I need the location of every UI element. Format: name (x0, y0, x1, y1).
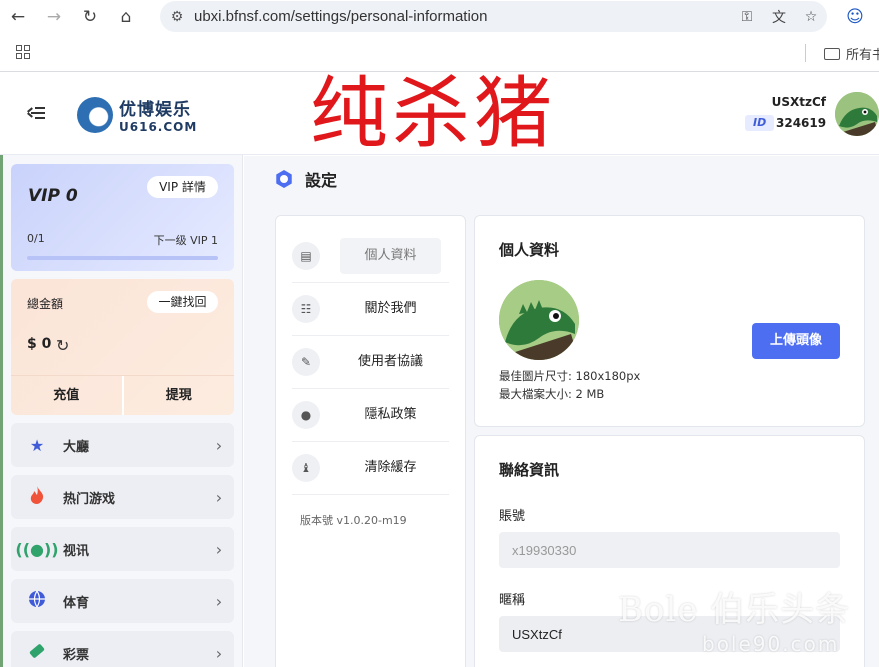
chevron-right-icon: › (215, 487, 223, 507)
refresh-icon[interactable]: ↻ (56, 336, 69, 355)
star-icon: ★ (29, 435, 45, 455)
sidebar-item-label: 体育 (63, 595, 90, 611)
vip-next-level: 下一级 VIP 1 (153, 234, 218, 247)
site-header: 优博娱乐 U616.COM 纯杀猪 USXtzCf ID 324619 (0, 73, 879, 155)
contact-card-title: 聯絡資訊 (499, 461, 560, 479)
broadcast-icon: ((●)) (15, 539, 59, 559)
chevron-right-icon: › (215, 591, 223, 611)
balance-value: $ 0 (27, 336, 52, 352)
ticket-icon (11, 642, 63, 664)
sidebar-item-live-video[interactable]: ((●)) 视讯 › (11, 527, 234, 571)
avatar-file-note: 最大檔案大小: 2 MB (499, 387, 605, 401)
back-arrow-icon[interactable]: ← (0, 0, 36, 34)
sidebar-item-lobby[interactable]: ★ 大廳 › (11, 423, 234, 467)
username: USXtzCf (771, 95, 826, 109)
avatar-size-note: 最佳圖片尺寸: 180x180px (499, 369, 641, 383)
vip-progress-bar (27, 256, 218, 260)
menu-item-label: 使用者協議 (357, 354, 423, 369)
document-icon: ☷ (292, 295, 320, 323)
menu-item-user-agreement[interactable]: ✎ 使用者協議 (292, 336, 449, 389)
page-title: 設定 (305, 171, 338, 190)
logo-mark-icon (77, 96, 113, 133)
menu-item-label: 關於我們 (364, 301, 417, 316)
broom-icon: ♝ (292, 454, 320, 482)
profile-card: 個人資料 最佳圖片尺寸: 180x180px 最大檔案大小: 2 MB 上傳頭像 (474, 215, 865, 427)
account-label: 賬號 (499, 509, 526, 524)
id-card-icon: ▤ (292, 242, 320, 270)
sidebar-item-label: 热门游戏 (63, 491, 116, 507)
vip-progress-text: 0/1 (27, 232, 45, 245)
settings-menu: ▤ 個人資料 ☷ 關於我們 ✎ 使用者協議 ● 隱私政策 ♝ 清除緩存 版本號 … (275, 215, 466, 667)
balance-card: 總金額 一鍵找回 $ 0 ↻ 充值 提現 (11, 279, 234, 415)
menu-item-clear-cache[interactable]: ♝ 清除緩存 (292, 442, 449, 495)
balance-actions: 充值 提現 (11, 375, 234, 415)
fire-icon (11, 486, 63, 508)
profile-card-title: 個人資料 (499, 241, 560, 259)
address-bar[interactable]: ⚙ ubxi.bfnsf.com/settings/personal-infor… (160, 1, 827, 32)
sidebar-item-label: 大廳 (63, 439, 90, 455)
logo-domain: U616.COM (119, 120, 198, 134)
vip-card: VIP 0 VIP 詳情 0/1 下一级 VIP 1 (11, 164, 234, 271)
app-version: 版本號 v1.0.20-m19 (300, 514, 407, 527)
sidebar-item-label: 彩票 (63, 647, 90, 663)
recover-funds-button[interactable]: 一鍵找回 (147, 291, 218, 313)
menu-item-personal-info[interactable]: ▤ 個人資料 (292, 230, 449, 283)
menu-item-privacy-policy[interactable]: ● 隱私政策 (292, 389, 449, 442)
window-edge-strip (0, 155, 3, 667)
browser-toolbar: ← → ↻ ⌂ ⚙ ubxi.bfnsf.com/settings/person… (0, 0, 879, 34)
bookmarks-folder-label: 所有书 (846, 48, 879, 63)
chevron-right-icon: › (215, 435, 223, 455)
site-logo[interactable]: 优博娱乐 U616.COM (77, 95, 197, 134)
bookmarks-bar: 所有书 (0, 34, 879, 72)
all-bookmarks-folder[interactable]: 所有书 (824, 44, 879, 63)
chevron-right-icon: › (215, 539, 223, 559)
user-id: 324619 (776, 116, 827, 130)
sidebar-item-hot-games[interactable]: 热门游戏 › (11, 475, 234, 519)
home-icon[interactable]: ⌂ (108, 0, 144, 34)
profile-avatar (499, 280, 579, 360)
upload-avatar-button[interactable]: 上傳頭像 (752, 323, 840, 359)
vip-detail-button[interactable]: VIP 詳情 (147, 176, 218, 198)
main-content: 設定 ▤ 個人資料 ☷ 關於我們 ✎ 使用者協議 ● 隱私政策 ♝ 清除緩存 版… (244, 156, 879, 667)
deposit-button[interactable]: 充值 (11, 376, 124, 415)
logo-title: 优博娱乐 (119, 100, 191, 120)
vip-level: VIP 0 (28, 186, 78, 206)
menu-item-label: 清除緩存 (364, 460, 417, 475)
bookmarks-divider (805, 44, 806, 62)
forward-arrow-icon[interactable]: → (36, 0, 72, 34)
id-badge: ID (745, 115, 775, 131)
balance-label: 總金額 (27, 297, 64, 311)
sidebar: VIP 0 VIP 詳情 0/1 下一级 VIP 1 總金額 一鍵找回 $ 0 … (0, 155, 243, 667)
settings-hexagon-icon (276, 170, 292, 188)
sidebar-item-sports[interactable]: 体育 › (11, 579, 234, 623)
translate-icon[interactable]: 文 (763, 7, 795, 27)
red-watermark-text: 纯杀猪 (310, 69, 557, 159)
ball-icon (11, 590, 63, 612)
menu-item-label: 隱私政策 (364, 407, 417, 422)
user-avatar[interactable] (835, 92, 879, 136)
contact-card: 聯絡資訊 賬號 暱稱 (474, 435, 865, 667)
agreement-icon: ✎ (292, 348, 320, 376)
sidebar-item-label: 视讯 (63, 543, 90, 559)
nickname-field[interactable] (499, 616, 840, 652)
menu-collapse-icon[interactable] (27, 105, 45, 121)
account-field[interactable] (499, 532, 840, 568)
menu-item-label: 個人資料 (340, 238, 441, 274)
page-title-row: 設定 (275, 167, 337, 191)
url-text[interactable]: ubxi.bfnsf.com/settings/personal-informa… (194, 8, 731, 25)
site-info-icon[interactable]: ⚙ (160, 9, 194, 25)
lock-icon: ● (292, 401, 320, 429)
menu-item-about-us[interactable]: ☷ 關於我們 (292, 283, 449, 336)
folder-icon (824, 47, 840, 60)
browser-profile-icon[interactable]: ☺ (838, 0, 872, 34)
withdraw-button[interactable]: 提現 (124, 376, 235, 415)
chevron-right-icon: › (215, 643, 223, 663)
sidebar-item-lottery[interactable]: 彩票 › (11, 631, 234, 667)
password-key-icon[interactable]: ⚿ (731, 9, 763, 25)
reload-icon[interactable]: ↻ (72, 0, 108, 34)
bookmark-star-icon[interactable]: ☆ (795, 9, 827, 25)
nickname-label: 暱稱 (499, 593, 526, 608)
apps-grid-icon[interactable] (16, 45, 30, 59)
